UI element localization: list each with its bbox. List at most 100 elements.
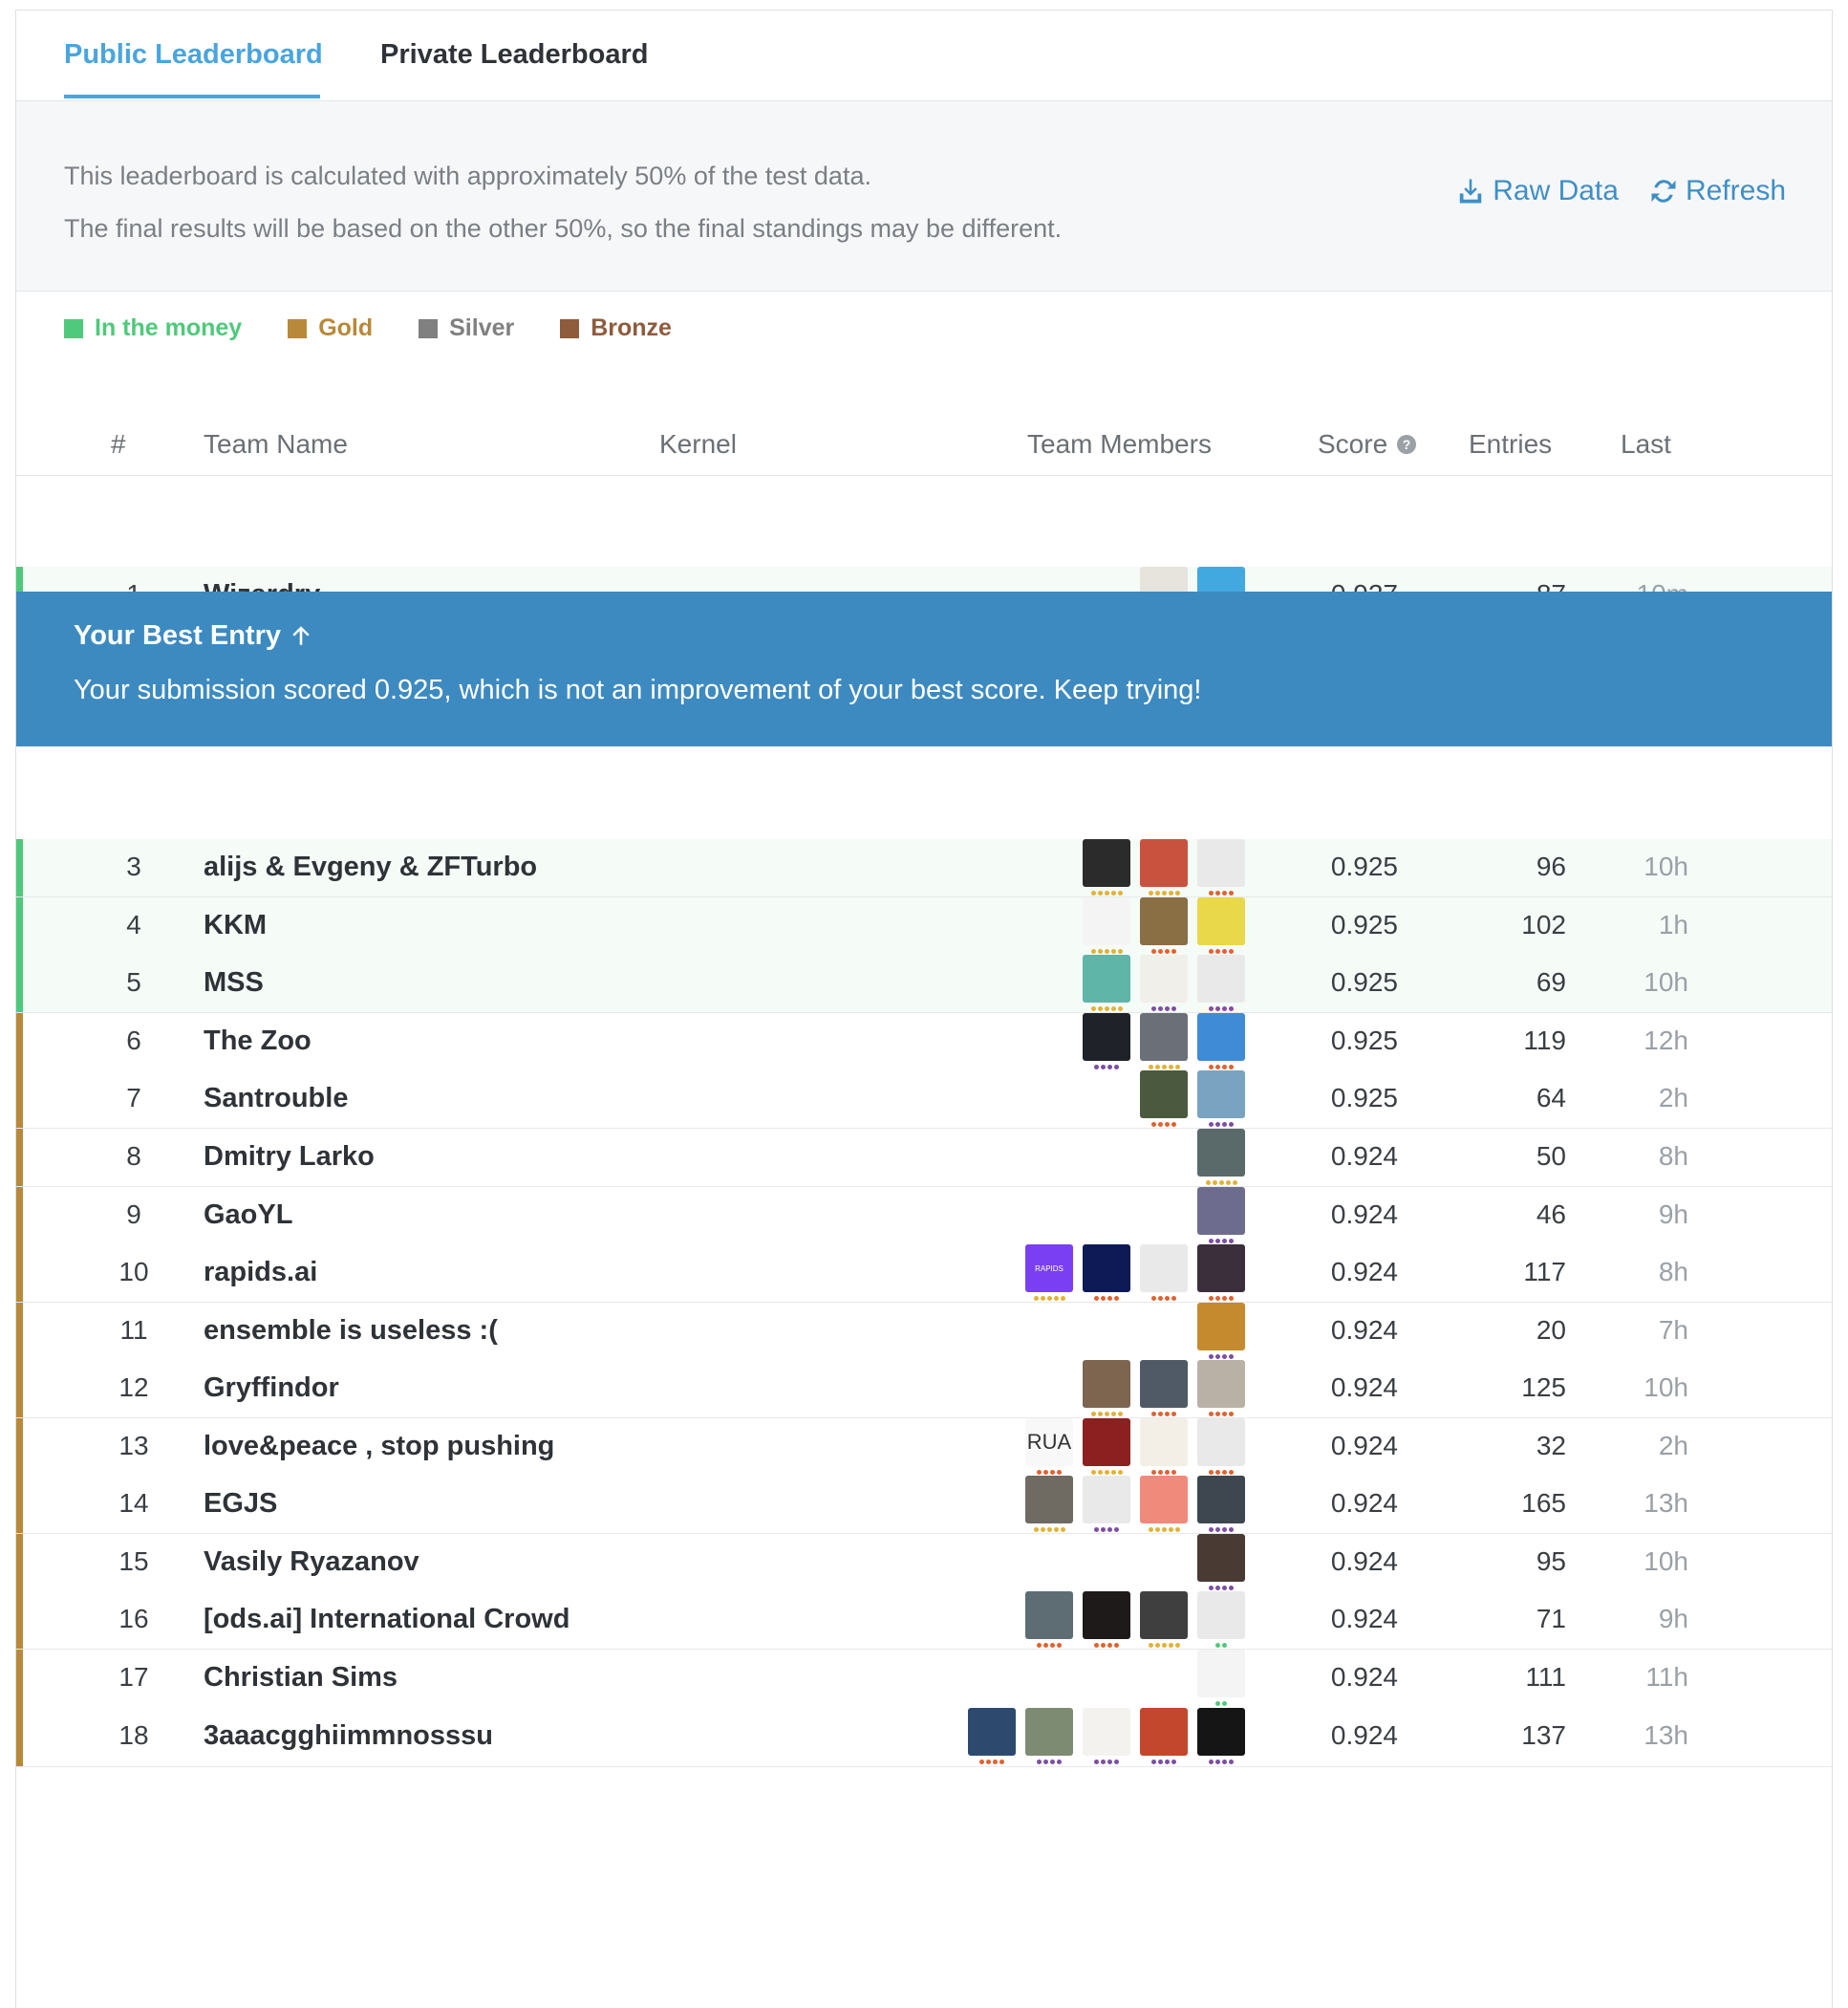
help-icon[interactable]: ? bbox=[1395, 433, 1418, 456]
member-avatar[interactable] bbox=[1025, 1476, 1073, 1532]
avatar[interactable] bbox=[1197, 1418, 1245, 1466]
member-avatar[interactable] bbox=[1197, 955, 1245, 1011]
avatar[interactable] bbox=[1083, 955, 1130, 1003]
team-name[interactable]: Gryffindor bbox=[204, 1372, 339, 1404]
avatar[interactable] bbox=[1140, 1418, 1188, 1466]
avatar[interactable] bbox=[1083, 1013, 1130, 1061]
member-avatar[interactable] bbox=[1083, 955, 1130, 1011]
tab-public-leaderboard[interactable]: Public Leaderboard bbox=[64, 39, 323, 71]
member-avatar[interactable] bbox=[1197, 1476, 1245, 1532]
member-avatar[interactable] bbox=[1025, 1591, 1073, 1648]
avatar[interactable] bbox=[1197, 1303, 1245, 1350]
team-name[interactable]: [ods.ai] International Crowd bbox=[204, 1604, 569, 1635]
member-avatar[interactable] bbox=[1083, 1013, 1130, 1069]
avatar[interactable] bbox=[1197, 1650, 1245, 1697]
member-avatar[interactable] bbox=[1140, 1070, 1188, 1127]
table-row[interactable]: 5 MSS 0.925 69 10h bbox=[16, 955, 1832, 1013]
member-avatar[interactable] bbox=[1140, 955, 1188, 1011]
member-avatar[interactable] bbox=[1083, 1418, 1130, 1475]
avatar[interactable] bbox=[1025, 1591, 1073, 1639]
avatar[interactable] bbox=[1140, 1070, 1188, 1118]
avatar[interactable] bbox=[1025, 1708, 1073, 1756]
avatar[interactable] bbox=[1197, 1187, 1245, 1235]
team-name[interactable]: love&peace , stop pushing bbox=[204, 1431, 554, 1462]
avatar[interactable] bbox=[1197, 839, 1245, 887]
member-avatar[interactable] bbox=[1197, 1244, 1245, 1301]
avatar[interactable] bbox=[1140, 897, 1188, 945]
avatar[interactable] bbox=[1083, 1244, 1130, 1292]
team-name[interactable]: MSS bbox=[204, 967, 264, 999]
table-row[interactable]: 13 love&peace , stop pushing RUA 0.924 32 2h bbox=[16, 1418, 1832, 1477]
avatar[interactable] bbox=[1083, 897, 1130, 945]
team-name[interactable]: The Zoo bbox=[204, 1026, 312, 1057]
member-avatar[interactable] bbox=[1083, 1360, 1130, 1416]
member-avatar[interactable] bbox=[1140, 1418, 1188, 1475]
member-avatar[interactable] bbox=[1197, 1418, 1245, 1475]
member-avatar[interactable] bbox=[1197, 1708, 1245, 1764]
team-name[interactable]: EGJS bbox=[204, 1488, 277, 1520]
avatar[interactable] bbox=[1140, 1013, 1188, 1061]
team-name[interactable]: Christian Sims bbox=[204, 1662, 398, 1694]
avatar[interactable] bbox=[1025, 1476, 1073, 1523]
avatar[interactable] bbox=[1083, 1708, 1130, 1756]
member-avatar[interactable] bbox=[1197, 839, 1245, 896]
member-avatar[interactable] bbox=[1197, 1187, 1245, 1243]
table-row[interactable]: 18 3aaacgghiimmnosssu 0.924 137 13h bbox=[16, 1707, 1832, 1767]
header-score[interactable]: Score ? bbox=[1318, 429, 1418, 460]
avatar[interactable] bbox=[1140, 1591, 1188, 1639]
table-row[interactable]: 4 KKM 0.925 102 1h bbox=[16, 897, 1832, 956]
member-avatar[interactable] bbox=[1083, 1244, 1130, 1301]
team-name[interactable]: rapids.ai bbox=[204, 1257, 317, 1288]
member-avatar[interactable] bbox=[1140, 1476, 1188, 1532]
avatar[interactable] bbox=[1083, 1418, 1130, 1466]
avatar[interactable] bbox=[1197, 1534, 1245, 1582]
table-row[interactable]: 9 GaoYL 0.924 46 9h bbox=[16, 1187, 1832, 1245]
tab-private-leaderboard[interactable]: Private Leaderboard bbox=[380, 39, 648, 71]
header-team-name[interactable]: Team Name bbox=[204, 429, 348, 460]
avatar[interactable] bbox=[1083, 839, 1130, 887]
table-row[interactable]: 15 Vasily Ryazanov 0.924 95 10h bbox=[16, 1534, 1832, 1592]
member-avatar[interactable] bbox=[1140, 839, 1188, 896]
avatar[interactable] bbox=[1197, 1591, 1245, 1639]
header-entries[interactable]: Entries bbox=[1469, 429, 1552, 460]
avatar[interactable] bbox=[1083, 1476, 1130, 1523]
avatar[interactable] bbox=[1197, 1244, 1245, 1292]
team-name[interactable]: alijs & Evgeny & ZFTurbo bbox=[204, 852, 537, 883]
team-name[interactable]: 3aaacgghiimmnosssu bbox=[204, 1720, 493, 1752]
member-avatar[interactable] bbox=[1197, 1013, 1245, 1069]
table-row[interactable]: 11 ensemble is useless :(0.924 20 7h bbox=[16, 1303, 1832, 1361]
table-row[interactable]: 17 Christian Sims 0.924 111 11h bbox=[16, 1650, 1832, 1708]
avatar[interactable] bbox=[1140, 839, 1188, 887]
table-row[interactable]: 6 The Zoo 0.925 119 12h bbox=[16, 1013, 1832, 1071]
avatar[interactable] bbox=[1197, 1476, 1245, 1523]
avatar[interactable] bbox=[968, 1708, 1016, 1756]
member-avatar[interactable] bbox=[1140, 897, 1188, 954]
avatar[interactable] bbox=[1140, 955, 1188, 1003]
member-avatar[interactable] bbox=[1197, 1129, 1245, 1185]
avatar[interactable] bbox=[1140, 1360, 1188, 1408]
avatar[interactable] bbox=[1197, 897, 1245, 945]
member-avatar[interactable] bbox=[1083, 1591, 1130, 1648]
member-avatar[interactable] bbox=[1197, 897, 1245, 954]
avatar[interactable]: RUA bbox=[1025, 1418, 1073, 1466]
header-last[interactable]: Last bbox=[1621, 429, 1671, 460]
member-avatar[interactable] bbox=[1197, 1070, 1245, 1127]
member-avatar[interactable] bbox=[1083, 1708, 1130, 1764]
team-name[interactable]: ensemble is useless :( bbox=[204, 1315, 498, 1347]
avatar[interactable] bbox=[1140, 1244, 1188, 1292]
member-avatar[interactable]: RAPIDS bbox=[1025, 1244, 1073, 1301]
team-name[interactable]: Dmitry Larko bbox=[204, 1141, 375, 1173]
member-avatar[interactable] bbox=[1140, 1013, 1188, 1069]
refresh-button[interactable]: Refresh bbox=[1649, 175, 1786, 207]
avatar[interactable]: RAPIDS bbox=[1025, 1244, 1073, 1292]
table-row[interactable]: 12 Gryffindor 0.924 125 10h bbox=[16, 1360, 1832, 1418]
member-avatar[interactable] bbox=[1197, 1591, 1245, 1648]
avatar[interactable] bbox=[1197, 1013, 1245, 1061]
table-row[interactable]: 3 alijs & Evgeny & ZFTurbo 0.925 96 10h bbox=[16, 839, 1832, 897]
avatar[interactable] bbox=[1197, 1070, 1245, 1118]
avatar[interactable] bbox=[1140, 1708, 1188, 1756]
member-avatar[interactable] bbox=[968, 1708, 1016, 1764]
avatar[interactable] bbox=[1197, 1708, 1245, 1756]
avatar[interactable] bbox=[1083, 1360, 1130, 1408]
member-avatar[interactable] bbox=[1140, 1244, 1188, 1301]
